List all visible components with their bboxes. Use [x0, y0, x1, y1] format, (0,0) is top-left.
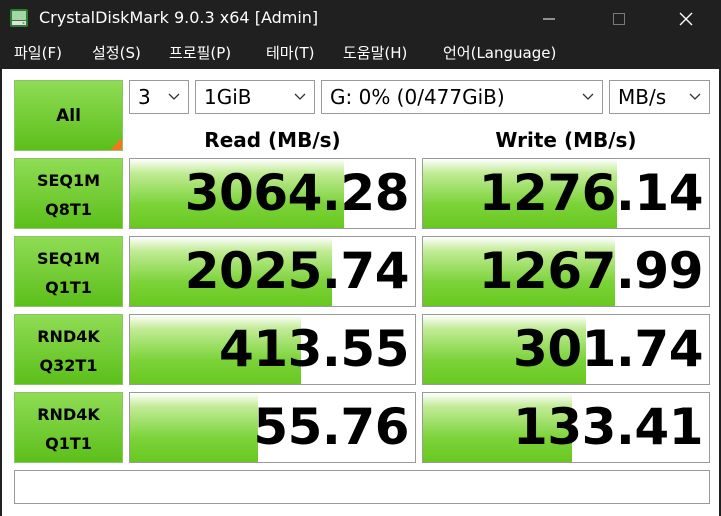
test-count-value: 3 [138, 85, 151, 109]
read-value: 3064.28 [184, 164, 410, 222]
maximize-icon [613, 13, 625, 25]
menu-bar: 파일(F) 설정(S) 프로필(P) 테마(T) 도움말(H) 언어(Langu… [0, 37, 721, 69]
window-title: CrystalDiskMark 9.0.3 x64 [Admin] [39, 8, 319, 27]
unit-value: MB/s [618, 85, 667, 109]
read-result-seq1m-q8t1: 3064.28 [129, 158, 416, 229]
read-progress-bar [130, 393, 259, 462]
corner-indicator-icon [110, 138, 122, 150]
test-button-rnd4k-q1t1[interactable]: RND4K Q1T1 [14, 392, 123, 463]
read-result-seq1m-q1t1: 2025.74 [129, 236, 416, 307]
write-result-rnd4k-q32t1: 301.74 [422, 314, 710, 385]
test-size-select[interactable]: 1GiB [195, 80, 315, 114]
read-column-header: Read (MB/s) [204, 128, 341, 152]
title-bar: CrystalDiskMark 9.0.3 x64 [Admin] [0, 0, 721, 37]
write-value: 133.41 [513, 398, 703, 456]
test-button-line2: Q1T1 [45, 278, 92, 297]
drive-value: G: 0% (0/477GiB) [330, 85, 505, 109]
write-value: 301.74 [513, 320, 703, 378]
read-result-rnd4k-q32t1: 413.55 [129, 314, 416, 385]
write-value: 1267.99 [478, 242, 704, 300]
write-column-header: Write (MB/s) [495, 128, 637, 152]
read-value: 2025.74 [184, 242, 410, 300]
menu-theme[interactable]: 테마(T) [266, 42, 314, 64]
test-button-seq1m-q1t1[interactable]: SEQ1M Q1T1 [14, 236, 123, 307]
write-value: 1276.14 [478, 164, 704, 222]
test-button-line2: Q1T1 [45, 434, 92, 453]
chevron-down-icon [168, 93, 180, 100]
test-button-line2: Q32T1 [39, 356, 98, 375]
test-button-line2: Q8T1 [45, 200, 92, 219]
chevron-down-icon [689, 93, 701, 100]
chevron-down-icon [582, 93, 594, 100]
drive-select[interactable]: G: 0% (0/477GiB) [321, 80, 603, 114]
crystaldiskmark-app-icon [9, 8, 29, 28]
minimize-button[interactable] [514, 0, 584, 37]
write-result-seq1m-q1t1: 1267.99 [422, 236, 710, 307]
test-button-seq1m-q8t1[interactable]: SEQ1M Q8T1 [14, 158, 123, 229]
read-value: 55.76 [253, 398, 409, 456]
close-icon [679, 12, 693, 26]
minimize-icon [543, 18, 555, 20]
menu-profile[interactable]: 프로필(P) [169, 42, 231, 64]
read-result-rnd4k-q1t1: 55.76 [129, 392, 416, 463]
menu-file[interactable]: 파일(F) [14, 42, 62, 64]
menu-help[interactable]: 도움말(H) [343, 42, 407, 64]
test-button-rnd4k-q32t1[interactable]: RND4K Q32T1 [14, 314, 123, 385]
test-button-line1: SEQ1M [36, 249, 101, 268]
close-button[interactable] [651, 0, 721, 37]
run-all-button[interactable]: All [14, 80, 123, 151]
unit-select[interactable]: MB/s [609, 80, 710, 114]
menu-language[interactable]: 언어(Language) [443, 42, 556, 64]
test-count-select[interactable]: 3 [129, 80, 189, 114]
write-result-seq1m-q8t1: 1276.14 [422, 158, 710, 229]
write-result-rnd4k-q1t1: 133.41 [422, 392, 710, 463]
test-button-line1: RND4K [37, 405, 100, 424]
read-value: 413.55 [219, 320, 409, 378]
run-all-label: All [56, 105, 81, 126]
app-window: CrystalDiskMark 9.0.3 x64 [Admin] 파일(F) … [0, 0, 721, 516]
comment-input[interactable] [14, 470, 710, 504]
test-size-value: 1GiB [204, 85, 252, 109]
chevron-down-icon [294, 93, 306, 100]
test-button-line1: SEQ1M [36, 171, 101, 190]
menu-settings[interactable]: 설정(S) [92, 42, 141, 64]
test-button-line1: RND4K [37, 327, 100, 346]
maximize-button[interactable] [584, 0, 654, 37]
